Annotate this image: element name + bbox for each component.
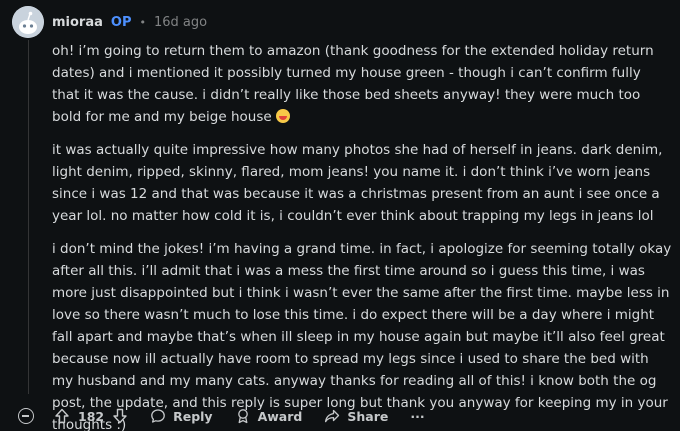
share-arrow-icon xyxy=(324,408,340,424)
share-button[interactable]: Share xyxy=(324,408,388,424)
comment-paragraph: it was actually quite impressive how man… xyxy=(52,142,663,224)
award-label: Award xyxy=(257,408,303,424)
username[interactable]: mioraa xyxy=(52,15,103,30)
timestamp[interactable]: 16d ago xyxy=(154,15,207,30)
vote-controls: 182 xyxy=(54,408,128,424)
reply-label: Reply xyxy=(173,408,213,424)
downvote-icon[interactable] xyxy=(112,408,128,424)
comment-paragraph: i don’t mind the jokes! i’m having a gra… xyxy=(52,241,672,431)
collapse-thread-icon[interactable] xyxy=(18,408,34,424)
more-options-button[interactable]: ··· xyxy=(410,409,424,424)
separator-dot: • xyxy=(139,15,146,29)
comment-paragraph: oh! i’m going to return them to amazon (… xyxy=(52,40,672,128)
reply-button[interactable]: Reply xyxy=(150,408,213,424)
snoo-avatar-icon xyxy=(12,6,44,38)
speech-bubble-icon xyxy=(150,408,166,424)
share-label: Share xyxy=(347,408,389,424)
grinning-squint-emoji-icon xyxy=(275,109,290,123)
paragraph-text: oh! i’m going to return them to amazon (… xyxy=(52,43,654,125)
comment-action-bar: 182 Reply Award Share ··· xyxy=(18,404,447,428)
comment-body: oh! i’m going to return them to amazon (… xyxy=(52,40,672,431)
upvote-icon[interactable] xyxy=(54,408,70,424)
op-badge: OP xyxy=(110,14,132,30)
award-ribbon-icon xyxy=(235,408,251,424)
more-options-icon: ··· xyxy=(410,408,425,424)
avatar[interactable] xyxy=(12,6,44,38)
vote-count: 182 xyxy=(78,408,105,424)
comment-header: mioraa OP • 16d ago xyxy=(12,6,207,38)
thread-line[interactable] xyxy=(28,40,29,394)
award-button[interactable]: Award xyxy=(235,408,303,424)
